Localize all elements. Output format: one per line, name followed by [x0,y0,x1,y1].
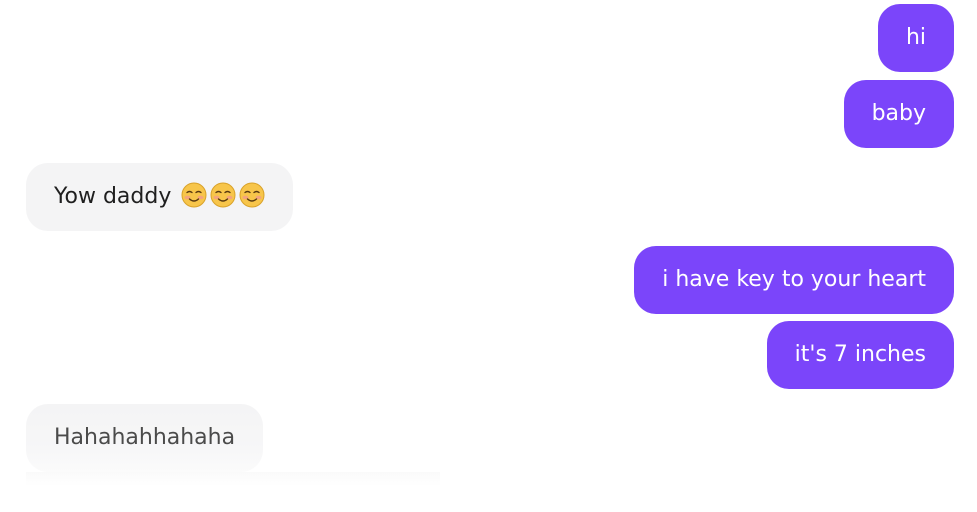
chat-thread: hi baby Yow daddy i have key to your hea… [0,0,977,512]
message-text: baby [871,101,926,126]
scroll-fade [26,472,440,486]
message-text: hi [905,25,926,50]
smiling-face-icon [181,182,207,208]
smiling-face-icon [210,182,236,208]
incoming-message-bubble[interactable]: Hahahahhahaha [26,404,264,472]
smiling-face-icon [239,182,265,208]
outgoing-message-bubble[interactable]: hi [877,4,954,72]
incoming-message-bubble[interactable]: Yow daddy [26,163,294,231]
outgoing-message-bubble[interactable]: i have key to your heart [634,246,954,314]
outgoing-message-bubble[interactable]: it's 7 inches [766,321,954,389]
message-text: i have key to your heart [662,267,926,292]
emoji-group [178,182,265,209]
message-text: Hahahahhahaha [54,425,236,450]
outgoing-message-bubble[interactable]: baby [843,80,954,148]
message-text: it's 7 inches [794,342,926,367]
message-text: Yow daddy [54,184,172,209]
